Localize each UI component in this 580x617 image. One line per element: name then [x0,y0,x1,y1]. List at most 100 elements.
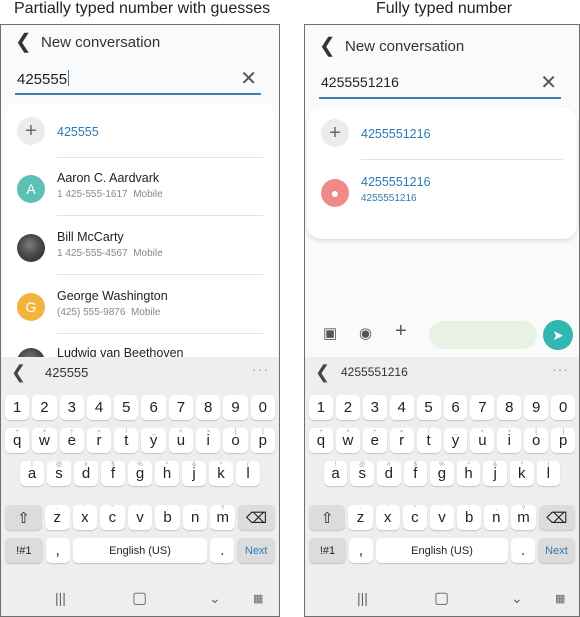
next-key[interactable]: Next [237,538,275,563]
space-key[interactable]: English (US) [375,538,509,563]
key-d[interactable]: # d [376,461,401,486]
chevron-down-icon[interactable]: ⌄ [209,590,221,607]
key-9[interactable]: 9 [524,395,549,420]
more-icon[interactable]: ··· [252,361,269,377]
suggestion-row-typed-number[interactable]: + 4255551216 [307,113,577,153]
key-0[interactable]: 0 [250,395,275,420]
chevron-down-icon[interactable]: ⌄ [511,590,523,607]
key-s[interactable]: @ s [47,461,71,486]
key-8[interactable]: 8 [497,395,522,420]
shift-key[interactable]: ⇧ [309,505,346,530]
keyboard-suggestion[interactable]: 4255551216 [341,365,408,379]
recent-apps-icon[interactable]: ||| [55,590,66,606]
key-x[interactable]: ' x [375,505,400,530]
back-chevron-icon[interactable]: ❮ [319,36,341,56]
key-j[interactable]: & j [182,461,206,486]
next-key[interactable]: Next [537,538,576,563]
key-j[interactable]: & j [483,461,507,486]
symbols-key[interactable]: !#1 [5,538,43,563]
close-icon[interactable]: ✕ [540,71,557,95]
key-l[interactable]: (l [536,461,561,486]
key-u[interactable]: < u [470,428,495,453]
space-key[interactable]: English (US) [72,538,208,563]
key-r[interactable]: = r [86,428,112,453]
key-c[interactable]: " c [100,505,125,530]
key-s[interactable]: @ s [350,461,374,486]
key-i[interactable]: > i [196,428,221,453]
key-9[interactable]: 9 [223,395,248,420]
key-h[interactable]: ^ h [456,461,481,486]
key-o[interactable]: [o [223,428,248,453]
key-f[interactable]: $ f [101,461,125,486]
recipient-input[interactable]: 425555 ✕ [15,67,261,95]
recipient-input[interactable]: 4255551216 ✕ [319,71,561,99]
home-icon[interactable]: ▢ [434,588,449,608]
key-g[interactable]: % g [430,461,454,486]
period-key[interactable]: . [210,538,235,563]
key-m[interactable]: ? m [511,505,536,530]
key-h[interactable]: ^ h [155,461,179,486]
message-input[interactable] [429,321,537,349]
key-3[interactable]: 3 [362,395,387,420]
key-7[interactable]: 7 [470,395,495,420]
key-a[interactable]: ! a [323,461,348,486]
key-w[interactable]: × w [335,428,360,453]
key-f[interactable]: $ f [403,461,428,486]
keyboard-icon[interactable]: ▦ [555,592,565,605]
key-y[interactable]: _ y [141,428,166,453]
key-m[interactable]: ? m [210,505,235,530]
key-e[interactable]: ÷ e [59,428,84,453]
key-p[interactable]: ] p [250,428,275,453]
period-key[interactable]: . [511,538,535,563]
key-t[interactable]: / t [114,428,139,453]
backspace-key[interactable]: ⌫ [538,505,576,530]
suggestion-row-typed-number[interactable]: + 425555 [3,111,277,151]
key-d[interactable]: # d [74,461,98,486]
back-chevron-icon[interactable]: ❮ [15,32,37,52]
keyboard-icon[interactable]: ▦ [253,592,263,605]
key-v[interactable]: :v [429,505,455,530]
key-p[interactable]: ] p [551,428,576,453]
key-z[interactable]: -z [348,505,373,530]
keyboard-suggestion[interactable]: 425555 [45,365,88,380]
comma-key[interactable]: , [349,538,373,563]
comma-key[interactable]: , [45,538,70,563]
key-g[interactable]: % g [128,461,152,486]
key-i[interactable]: > i [497,428,522,453]
key-1[interactable]: 1 [309,395,333,420]
shift-key[interactable]: ⇧ [5,505,42,530]
home-icon[interactable]: ▢ [132,588,147,608]
key-v[interactable]: :v [127,505,153,530]
recent-apps-icon[interactable]: ||| [357,590,368,606]
contact-row-george[interactable]: G George Washington (425) 555-9876 Mobil… [3,283,277,331]
key-t[interactable]: / t [416,428,441,453]
key-2[interactable]: 2 [32,395,57,420]
key-n[interactable]: ,n [182,505,208,530]
key-o[interactable]: [o [524,428,549,453]
send-button[interactable]: ➤ [543,320,573,350]
key-5[interactable]: 5 [114,395,139,420]
key-b[interactable]: ; b [457,505,482,530]
key-u[interactable]: < u [168,428,194,453]
key-e[interactable]: ÷ e [362,428,387,453]
contact-row-bill[interactable]: Bill McCarty 1 425-555-4567 Mobile [3,224,277,272]
back-chevron-icon[interactable]: ❮ [11,362,26,383]
key-l[interactable]: (l [236,461,260,486]
key-2[interactable]: 2 [335,395,360,420]
key-a[interactable]: ! a [20,461,44,486]
key-0[interactable]: 0 [551,395,576,420]
key-q[interactable]: + q [309,428,333,453]
more-icon[interactable]: ··· [552,361,569,377]
image-icon[interactable]: ▣ [323,324,337,342]
key-1[interactable]: 1 [5,395,30,420]
key-z[interactable]: -z [44,505,70,530]
plus-icon[interactable]: + [395,320,407,343]
key-c[interactable]: " c [402,505,427,530]
key-6[interactable]: 6 [443,395,468,420]
contact-row-aaron[interactable]: A Aaron C. Aardvark 1 425-555-1617 Mobil… [3,165,277,213]
contact-row-number[interactable]: ● 4255551216 4255551216 [307,165,577,221]
symbols-key[interactable]: !#1 [309,538,347,563]
key-3[interactable]: 3 [59,395,84,420]
key-r[interactable]: = r [389,428,414,453]
key-y[interactable]: _ y [443,428,468,453]
